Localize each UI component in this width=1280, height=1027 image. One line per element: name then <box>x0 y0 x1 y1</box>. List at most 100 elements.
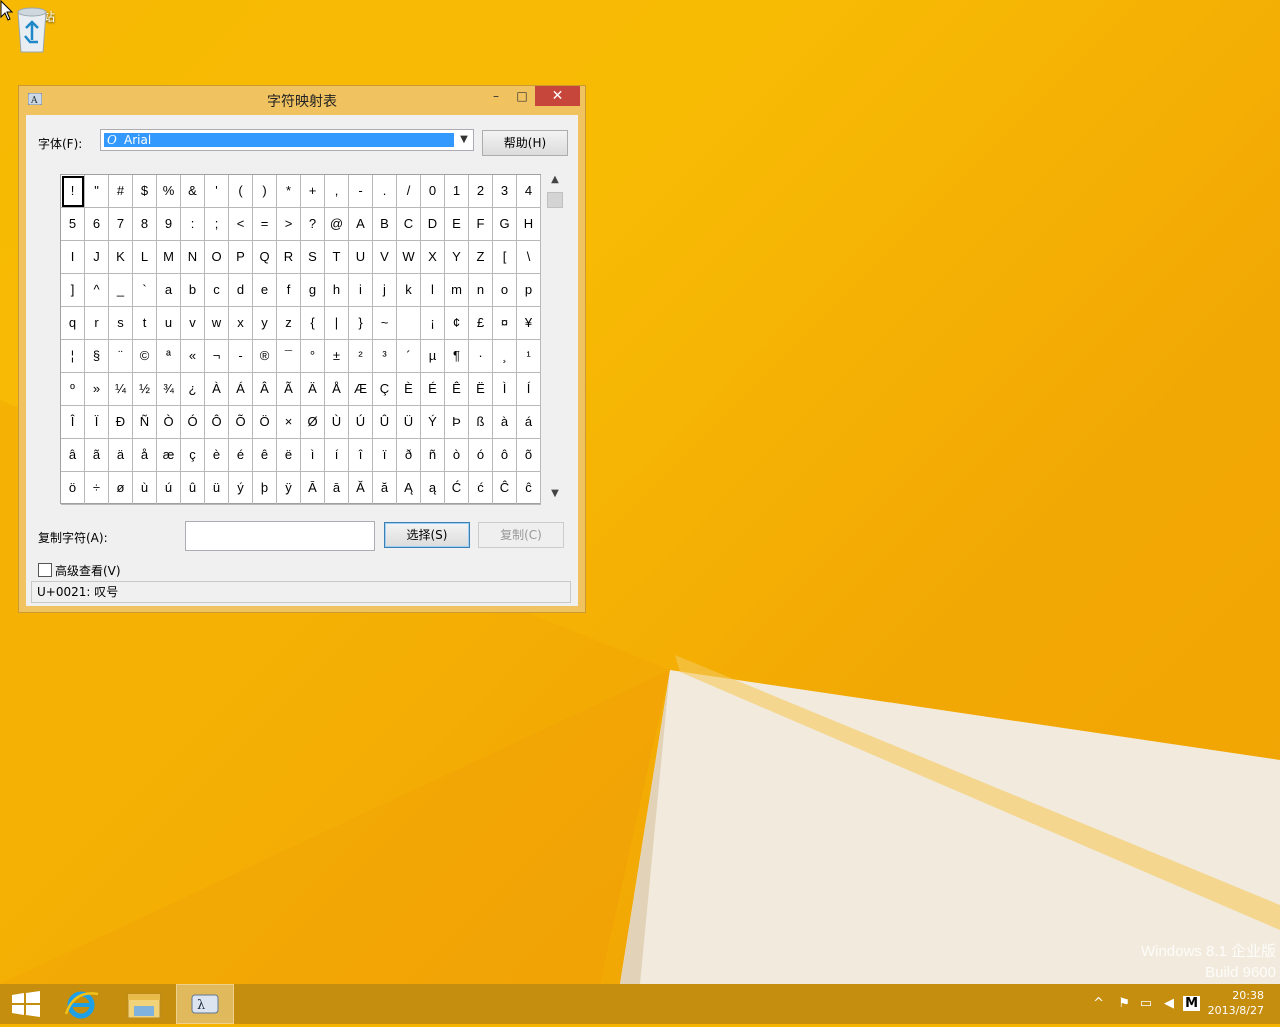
character-cell[interactable]: ½ <box>133 373 157 406</box>
character-cell[interactable]: > <box>277 208 301 241</box>
character-cell[interactable]: Æ <box>349 373 373 406</box>
character-cell[interactable]: D <box>421 208 445 241</box>
network-icon[interactable]: ▭ <box>1140 996 1152 1011</box>
character-cell[interactable]: T <box>325 241 349 274</box>
character-cell[interactable]: W <box>397 241 421 274</box>
character-cell[interactable]: Ą <box>397 472 421 505</box>
character-grid-cells[interactable]: ! " # $% & '() * +, -./0 1 2 3 4 5 6 7 8 9:; < = >? @ A B C D E F G H… <box>61 175 541 505</box>
character-cell[interactable]: ¤ <box>493 307 517 340</box>
character-cell[interactable]: ü <box>205 472 229 505</box>
character-cell[interactable]: ô <box>493 439 517 472</box>
character-cell[interactable]: Ă <box>349 472 373 505</box>
character-cell[interactable]: Á <box>229 373 253 406</box>
character-cell[interactable]: ą <box>421 472 445 505</box>
character-cell[interactable]: Ā <box>301 472 325 505</box>
character-cell[interactable]: ° <box>301 340 325 373</box>
character-cell[interactable]: # <box>109 175 133 208</box>
character-cell[interactable]: ñ <box>421 439 445 472</box>
character-cell[interactable]: y <box>253 307 277 340</box>
character-cell[interactable]: ? <box>301 208 325 241</box>
character-cell[interactable]: g <box>301 274 325 307</box>
character-cell[interactable]: â <box>61 439 85 472</box>
character-cell[interactable]: ` <box>133 274 157 307</box>
character-cell[interactable]: § <box>85 340 109 373</box>
grid-scrollbar[interactable]: ▲ ▼ <box>545 174 565 504</box>
character-cell[interactable]: × <box>277 406 301 439</box>
character-cell[interactable]: Z <box>469 241 493 274</box>
character-cell[interactable]: h <box>325 274 349 307</box>
character-cell[interactable]: , <box>325 175 349 208</box>
character-cell[interactable]: j <box>373 274 397 307</box>
character-cell[interactable]: ¡ <box>421 307 445 340</box>
character-cell[interactable]: ¾ <box>157 373 181 406</box>
character-cell[interactable]: Å <box>325 373 349 406</box>
character-cell[interactable]: X <box>421 241 445 274</box>
character-cell[interactable]: Ü <box>397 406 421 439</box>
character-cell[interactable]: å <box>133 439 157 472</box>
chevron-down-icon[interactable]: ▼ <box>457 132 471 148</box>
character-cell[interactable]: ¢ <box>445 307 469 340</box>
character-cell[interactable]: « <box>181 340 205 373</box>
character-cell[interactable]: ¶ <box>445 340 469 373</box>
character-cell[interactable]: Ð <box>109 406 133 439</box>
select-button[interactable]: 选择(S) <box>384 522 470 548</box>
action-center-flag-icon[interactable]: ⚑ <box>1118 996 1130 1011</box>
maximize-button[interactable]: □ <box>512 86 532 106</box>
character-cell[interactable]: m <box>445 274 469 307</box>
character-cell[interactable]: & <box>181 175 205 208</box>
character-cell[interactable]: À <box>205 373 229 406</box>
character-cell[interactable]: Ç <box>373 373 397 406</box>
character-cell[interactable]: é <box>229 439 253 472</box>
character-cell[interactable]: a <box>157 274 181 307</box>
clock[interactable]: 20:38 2013/8/27 <box>1208 988 1264 1018</box>
character-cell[interactable]: ¹ <box>517 340 541 373</box>
character-cell[interactable]: Ć <box>445 472 469 505</box>
character-cell[interactable]: N <box>181 241 205 274</box>
character-cell[interactable]: - <box>229 340 253 373</box>
character-cell[interactable]: Î <box>61 406 85 439</box>
character-cell[interactable]: Û <box>373 406 397 439</box>
character-cell[interactable]: Ï <box>85 406 109 439</box>
font-dropdown[interactable]: Arial O ▼ <box>100 129 474 151</box>
character-cell[interactable]: ® <box>253 340 277 373</box>
character-cell[interactable]: ' <box>205 175 229 208</box>
character-cell[interactable]: J <box>85 241 109 274</box>
show-hidden-icons-icon[interactable]: ^ <box>1093 996 1104 1011</box>
character-cell[interactable]: © <box>133 340 157 373</box>
character-cell[interactable]: t <box>133 307 157 340</box>
character-cell[interactable]: \ <box>517 241 541 274</box>
character-cell[interactable]: Y <box>445 241 469 274</box>
character-cell[interactable]: ć <box>469 472 493 505</box>
character-cell[interactable]: ¸ <box>493 340 517 373</box>
character-cell[interactable]: õ <box>517 439 541 472</box>
character-cell[interactable]: e <box>253 274 277 307</box>
copy-button[interactable]: 复制(C) <box>478 522 564 548</box>
character-cell[interactable]: U <box>349 241 373 274</box>
character-cell[interactable]: l <box>421 274 445 307</box>
character-cell[interactable]: ê <box>253 439 277 472</box>
character-cell[interactable]: ý <box>229 472 253 505</box>
character-cell[interactable]: ~ <box>373 307 397 340</box>
character-cell[interactable]: Ê <box>445 373 469 406</box>
character-cell[interactable]: ! <box>61 175 85 208</box>
character-cell[interactable]: ´ <box>397 340 421 373</box>
character-cell[interactable]: ă <box>373 472 397 505</box>
character-cell[interactable]: : <box>181 208 205 241</box>
character-cell[interactable]: 0 <box>421 175 445 208</box>
character-cell[interactable]: ¥ <box>517 307 541 340</box>
character-cell[interactable]: Ñ <box>133 406 157 439</box>
character-cell[interactable]: P <box>229 241 253 274</box>
character-cell[interactable]: » <box>85 373 109 406</box>
character-cell[interactable]: à <box>493 406 517 439</box>
taskbar-character-map[interactable]: λ <box>176 984 234 1024</box>
advanced-view-option[interactable]: 高级查看(V) <box>38 562 121 579</box>
character-cell[interactable]: ^ <box>85 274 109 307</box>
character-cell[interactable]: ó <box>469 439 493 472</box>
help-button[interactable]: 帮助(H) <box>482 130 568 156</box>
character-cell[interactable]: Ì <box>493 373 517 406</box>
character-cell[interactable]: ã <box>85 439 109 472</box>
character-cell[interactable]: { <box>301 307 325 340</box>
character-cell[interactable]: Ä <box>301 373 325 406</box>
character-cell[interactable]: I <box>61 241 85 274</box>
character-cell[interactable]: @ <box>325 208 349 241</box>
